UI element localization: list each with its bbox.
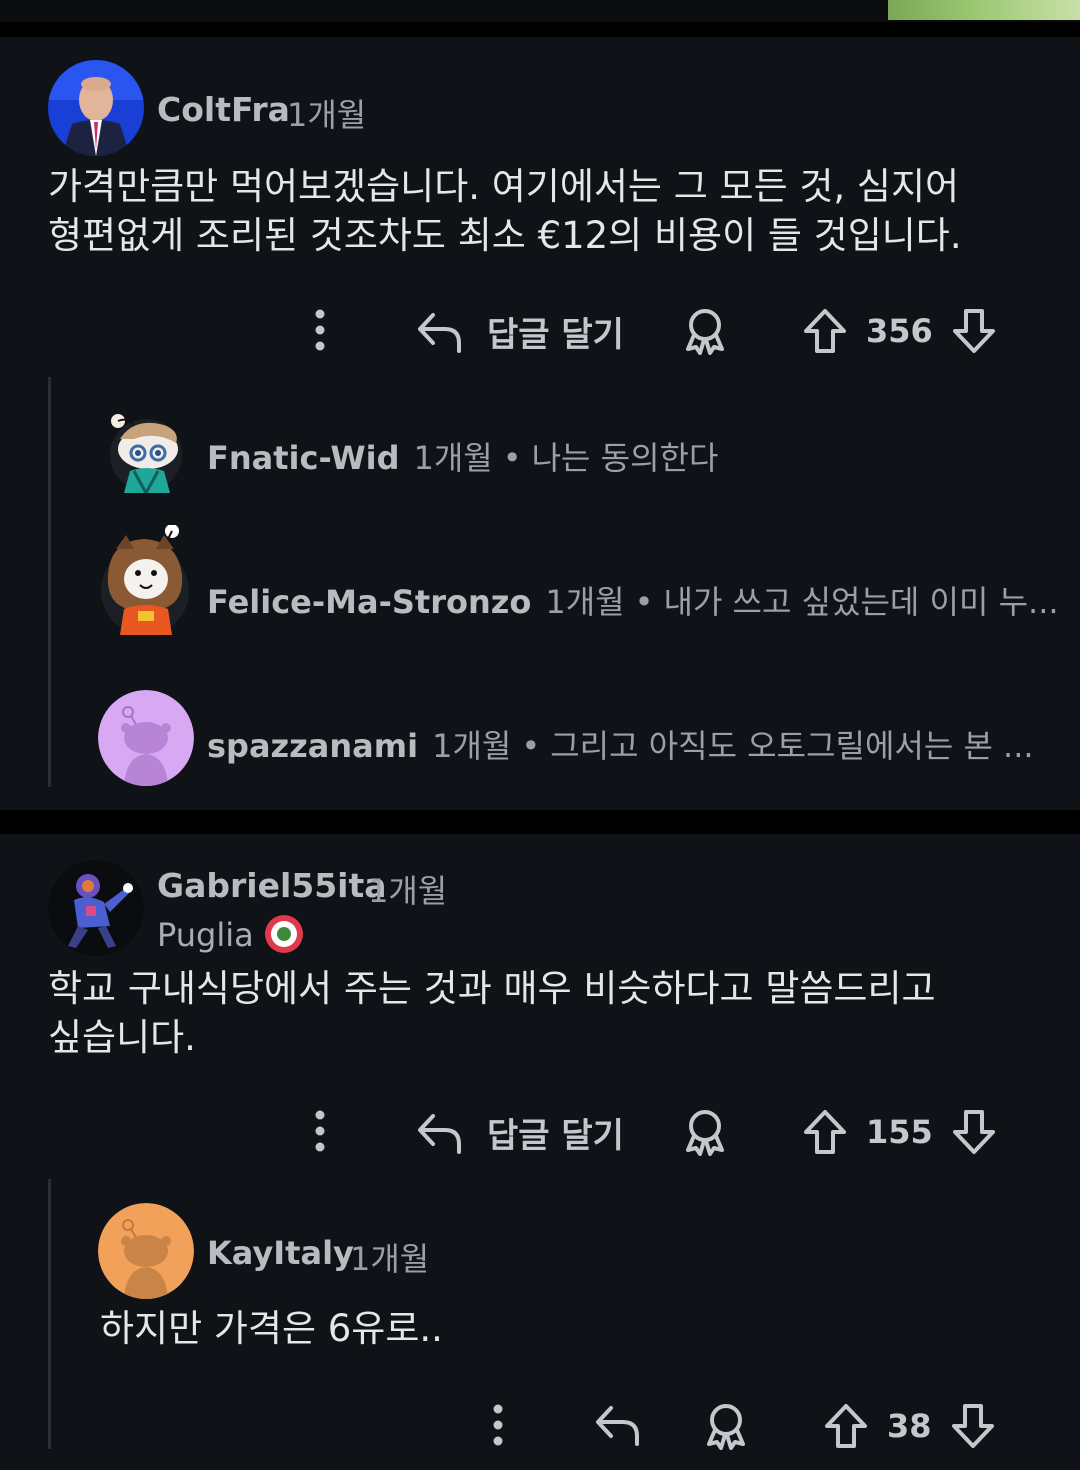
separator-dot: • xyxy=(634,583,654,621)
vote-controls: 155 xyxy=(802,1108,997,1156)
more-vertical-icon xyxy=(305,1108,335,1154)
reply-snippet: 그리고 아직도 오토그릴에서는 본 ... xyxy=(550,727,1034,765)
reply-timestamp: 1개월 xyxy=(432,727,512,765)
more-vertical-icon xyxy=(305,307,335,353)
reply-avatar[interactable] xyxy=(100,525,190,635)
comment-body-line: 가격만큼만 먹어보겠습니다. 여기에서는 그 모든 것, 심지어 xyxy=(48,165,960,208)
reply-timestamp: 1개월 xyxy=(545,583,625,621)
reply-button[interactable] xyxy=(593,1402,643,1448)
reply-avatar[interactable] xyxy=(98,690,194,786)
comment-body-line: 형편없게 조리된 것조차도 최소 €12의 비용이 들 것입니다. xyxy=(48,214,962,257)
upvote-arrow-icon[interactable] xyxy=(823,1402,869,1450)
reply-item[interactable]: Felice-Ma-Stronzo 1개월 • 내가 쓰고 싶었는데 이미 누.… xyxy=(207,577,1059,623)
upvote-arrow-icon[interactable] xyxy=(802,307,848,355)
award-button[interactable] xyxy=(682,307,728,355)
reply-label: 답글 달기 xyxy=(487,1116,624,1156)
comment-body: 학교 구내식당에서 주는 것과 매우 비슷하다고 말씀드리고 싶습니다. xyxy=(48,964,1048,1062)
reply-snippet: 내가 쓰고 싶었는데 이미 누... xyxy=(663,583,1059,621)
award-button[interactable] xyxy=(682,1108,728,1156)
downvote-arrow-icon[interactable] xyxy=(951,1108,997,1156)
award-button[interactable] xyxy=(703,1402,749,1450)
reply-item[interactable]: spazzanami 1개월 • 그리고 아직도 오토그릴에서는 본 ... xyxy=(207,721,1034,767)
reply-username[interactable]: KayItaly xyxy=(207,1234,354,1272)
reply-arrow-icon xyxy=(415,309,465,355)
reply-username[interactable]: Fnatic-Wid xyxy=(207,439,399,477)
reply-body: 하지만 가격은 6유로.. xyxy=(100,1307,443,1350)
reply-username[interactable]: spazzanami xyxy=(207,727,418,765)
separator-dot: • xyxy=(521,727,541,765)
thread-line[interactable] xyxy=(48,1179,51,1449)
comment-username[interactable]: Gabriel55ita xyxy=(157,866,387,905)
reply-avatar[interactable] xyxy=(104,409,188,493)
vote-count: 356 xyxy=(866,312,933,350)
comment-timestamp: 1개월 xyxy=(287,96,367,134)
image-thumbnail[interactable] xyxy=(888,0,1080,20)
upvote-arrow-icon[interactable] xyxy=(802,1108,848,1156)
reply-avatar[interactable] xyxy=(98,1203,194,1299)
award-icon xyxy=(682,1108,728,1156)
vote-count: 155 xyxy=(866,1113,933,1151)
award-icon xyxy=(703,1402,749,1450)
user-avatar[interactable] xyxy=(48,60,144,156)
more-options-button[interactable] xyxy=(305,307,335,353)
user-flair: Puglia xyxy=(157,916,254,954)
comment-username[interactable]: ColtFra xyxy=(157,90,290,129)
reply-label: 답글 달기 xyxy=(487,315,624,355)
reply-item[interactable]: Fnatic-Wid 1개월 • 나는 동의한다 xyxy=(207,433,718,479)
more-options-button[interactable] xyxy=(483,1402,513,1448)
vote-controls: 38 xyxy=(823,1402,996,1450)
comments-page: ColtFra 1개월 가격만큼만 먹어보겠습니다. 여기에서는 그 모든 것,… xyxy=(0,0,1080,1470)
comment-body-line: 싶습니다. xyxy=(48,1016,196,1059)
separator-dot: • xyxy=(502,439,522,477)
reply-snippet: 나는 동의한다 xyxy=(531,439,719,477)
award-icon xyxy=(682,307,728,355)
vote-count: 38 xyxy=(887,1407,932,1445)
comment-timestamp: 1개월 xyxy=(368,872,448,910)
more-vertical-icon xyxy=(483,1402,513,1448)
comment-card: ColtFra 1개월 가격만큼만 먹어보겠습니다. 여기에서는 그 모든 것,… xyxy=(0,37,1080,810)
reply-username[interactable]: Felice-Ma-Stronzo xyxy=(207,583,531,621)
reply-arrow-icon xyxy=(593,1402,643,1448)
more-options-button[interactable] xyxy=(305,1108,335,1154)
comment-card: Gabriel55ita 1개월 Puglia 학교 구내식당에서 주는 것과 … xyxy=(0,834,1080,1470)
downvote-arrow-icon[interactable] xyxy=(950,1402,996,1450)
reply-button[interactable]: 답글 달기 xyxy=(415,1108,624,1157)
comment-body-line: 학교 구내식당에서 주는 것과 매우 비슷하다고 말씀드리고 xyxy=(48,967,936,1010)
reply-timestamp: 1개월 xyxy=(350,1240,430,1278)
user-avatar[interactable] xyxy=(48,860,144,956)
comment-body: 가격만큼만 먹어보겠습니다. 여기에서는 그 모든 것, 심지어 형편없게 조리… xyxy=(48,162,1048,260)
reply-arrow-icon xyxy=(415,1110,465,1156)
vote-controls: 356 xyxy=(802,307,997,355)
downvote-arrow-icon[interactable] xyxy=(951,307,997,355)
reply-button[interactable]: 답글 달기 xyxy=(415,307,624,356)
thread-line[interactable] xyxy=(48,377,51,787)
reply-timestamp: 1개월 xyxy=(413,439,493,477)
flair-emblem-icon xyxy=(265,915,303,953)
